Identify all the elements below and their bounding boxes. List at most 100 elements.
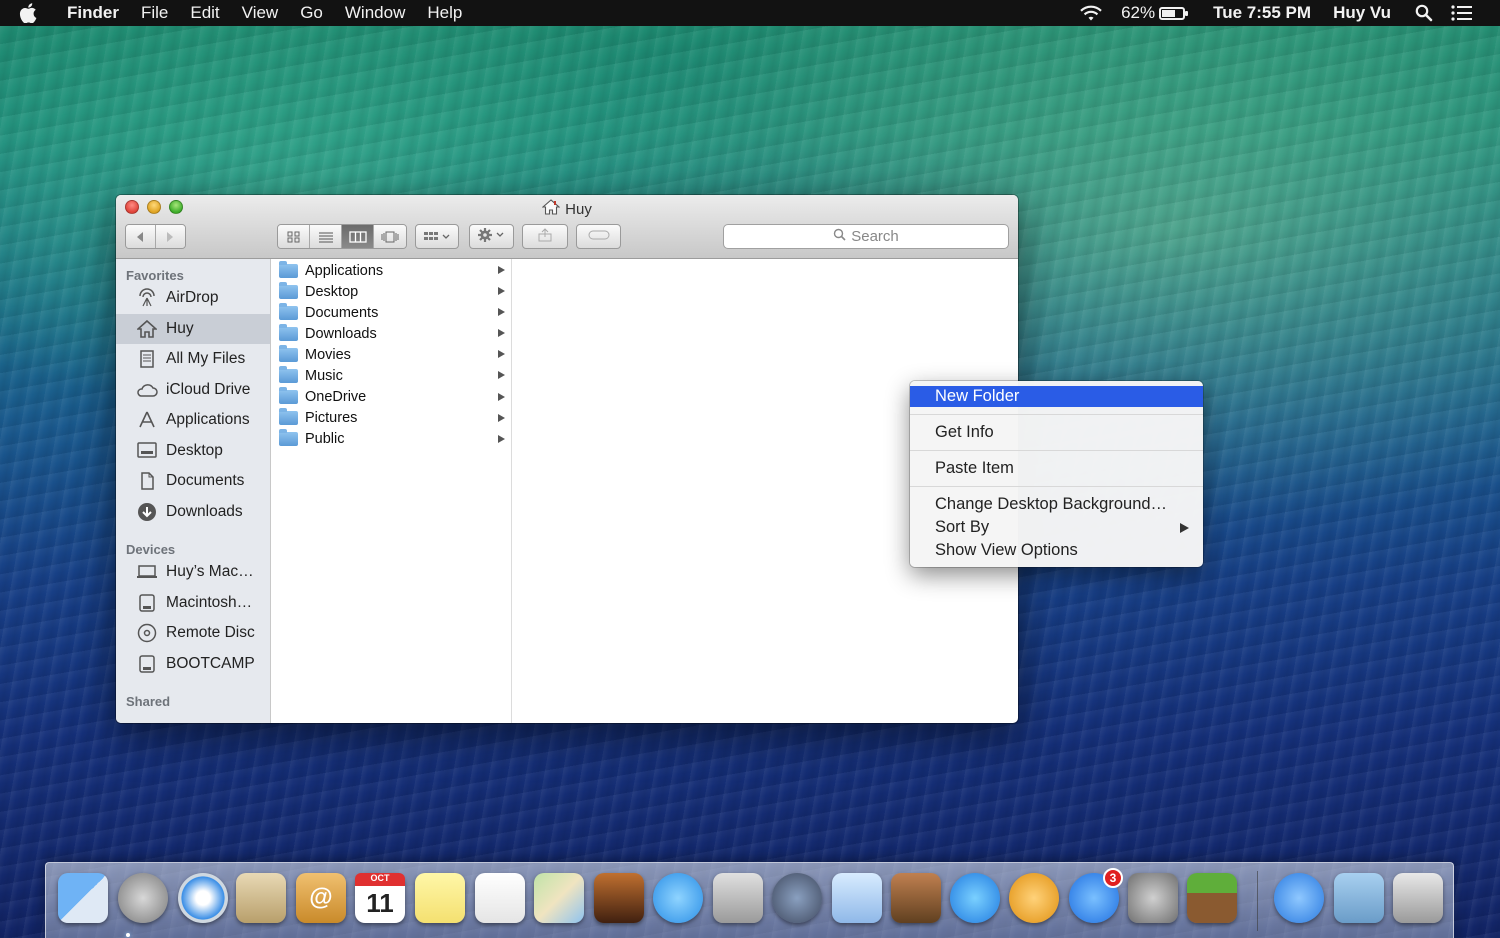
photo-booth-icon[interactable] <box>594 873 644 923</box>
folder-name: Downloads <box>305 325 377 342</box>
wifi-icon[interactable] <box>1070 4 1112 22</box>
folder-row-desktop[interactable]: Desktop <box>271 281 511 302</box>
launchpad-icon[interactable] <box>118 873 168 923</box>
sidebar-section-favorites: Favorites <box>126 268 184 283</box>
menu-item-paste-item[interactable]: Paste Item <box>910 458 1203 479</box>
numbers-icon[interactable] <box>832 873 882 923</box>
folder-icon <box>279 302 298 320</box>
sidebar-section-devices: Devices <box>126 542 176 557</box>
sidebar-item-downloads[interactable]: Downloads <box>116 497 270 528</box>
menu-clock[interactable]: Tue 7:55 PM <box>1204 3 1320 23</box>
sidebar-item-label: All My Files <box>166 350 246 368</box>
view-mode-selector <box>277 224 407 249</box>
folder-icon <box>279 408 298 426</box>
folder-row-music[interactable]: Music <box>271 365 511 386</box>
share-button[interactable] <box>522 224 568 249</box>
mail-icon[interactable] <box>236 873 286 923</box>
folder-row-movies[interactable]: Movies <box>271 344 511 365</box>
list-view-button[interactable] <box>310 225 342 248</box>
trash-icon[interactable] <box>1393 873 1443 923</box>
keynote-icon[interactable] <box>891 873 941 923</box>
sidebar-item-remote-disc[interactable]: Remote Disc <box>116 618 270 649</box>
sidebar-item-icloud-drive[interactable]: iCloud Drive <box>116 375 270 406</box>
menu-item-change-desktop-background[interactable]: Change Desktop Background… <box>910 494 1203 515</box>
action-gear-button[interactable] <box>469 224 514 249</box>
folder-row-documents[interactable]: Documents <box>271 302 511 323</box>
menu-item-sort-by[interactable]: Sort By <box>910 517 1203 538</box>
cover-flow-button[interactable] <box>374 225 406 248</box>
sidebar-item-label: Huy’s Mac… <box>166 563 254 581</box>
search-field[interactable]: Search <box>723 224 1009 249</box>
icon-view-button[interactable] <box>278 225 310 248</box>
facetime-icon[interactable] <box>713 873 763 923</box>
folder-row-pictures[interactable]: Pictures <box>271 408 511 429</box>
running-indicator <box>126 933 130 937</box>
menu-item-new-folder[interactable]: New Folder <box>910 386 1203 407</box>
dock: @ OCT 11 3 <box>45 862 1454 938</box>
contacts-icon[interactable]: @ <box>296 873 346 923</box>
menu-separator <box>910 486 1203 487</box>
folder-row-public[interactable]: Public <box>271 429 511 450</box>
sidebar-item-label: Downloads <box>166 502 243 520</box>
system-preferences-icon[interactable] <box>1128 873 1178 923</box>
menu-app-name[interactable]: Finder <box>56 3 130 23</box>
disclosure-arrow-icon <box>498 266 505 274</box>
reminders-icon[interactable] <box>475 873 525 923</box>
sidebar-item-applications[interactable]: Applications <box>116 405 270 436</box>
folder-name: OneDrive <box>305 389 367 406</box>
menu-go[interactable]: Go <box>289 3 334 23</box>
applications-folder-icon[interactable] <box>1274 873 1324 923</box>
minecraft-icon[interactable] <box>1187 873 1237 923</box>
applications-icon <box>136 409 158 431</box>
downloads-folder-icon[interactable] <box>1334 873 1384 923</box>
battery-level <box>1162 9 1175 17</box>
menu-item-get-info[interactable]: Get Info <box>910 422 1203 443</box>
folder-row-downloads[interactable]: Downloads <box>271 323 511 344</box>
folder-icon <box>279 281 298 299</box>
sidebar-item-bootcamp[interactable]: BOOTCAMP <box>116 649 270 680</box>
spotlight-search-icon[interactable] <box>1406 4 1442 22</box>
menu-file[interactable]: File <box>130 3 179 23</box>
battery-status[interactable]: 62% <box>1112 3 1194 23</box>
folder-icon <box>279 366 298 384</box>
finder-icon[interactable] <box>58 873 108 923</box>
menu-edit[interactable]: Edit <box>179 3 230 23</box>
app-store-icon[interactable]: 3 <box>1069 868 1123 923</box>
sidebar-item-all-my-files[interactable]: All My Files <box>116 344 270 375</box>
tags-button[interactable] <box>576 224 621 249</box>
window-titlebar[interactable]: Huy Search <box>116 195 1018 259</box>
forward-button[interactable] <box>155 225 185 248</box>
menu-item-show-view-options[interactable]: Show View Options <box>910 540 1203 561</box>
menu-separator <box>910 450 1203 451</box>
messages-icon[interactable] <box>653 873 703 923</box>
ibooks-icon[interactable] <box>1009 873 1059 923</box>
sidebar-item-label: Documents <box>166 472 245 490</box>
notification-center-icon[interactable] <box>1442 5 1482 21</box>
calendar-month: OCT <box>355 873 405 886</box>
sidebar-item-documents[interactable]: Documents <box>116 466 270 497</box>
maps-icon[interactable] <box>534 873 584 923</box>
folder-row-onedrive[interactable]: OneDrive <box>271 387 511 408</box>
apple-menu-icon[interactable] <box>0 3 56 23</box>
arrange-button[interactable] <box>415 224 459 249</box>
sidebar-item-macintosh[interactable]: Macintosh… <box>116 588 270 619</box>
safari-icon[interactable] <box>178 873 228 923</box>
sidebar-item-huy[interactable]: Huy <box>116 313 270 344</box>
calendar-icon[interactable]: OCT 11 <box>355 873 405 923</box>
sidebar-item-desktop[interactable]: Desktop <box>116 436 270 467</box>
folder-row-applications[interactable]: Applications <box>271 260 511 281</box>
sidebar-item-huy-s-mac[interactable]: Huy’s Mac… <box>116 557 270 588</box>
all-files-icon <box>136 348 158 370</box>
menu-user[interactable]: Huy Vu <box>1324 3 1400 23</box>
column-view-button[interactable] <box>342 225 374 248</box>
back-button[interactable] <box>126 225 156 248</box>
sidebar-item-airdrop[interactable]: AirDrop <box>116 283 270 314</box>
menu-window[interactable]: Window <box>334 3 416 23</box>
laptop-icon <box>136 561 158 583</box>
preview-icon[interactable] <box>772 873 822 923</box>
menu-help[interactable]: Help <box>416 3 473 23</box>
itunes-icon[interactable] <box>950 873 1000 923</box>
disclosure-arrow-icon <box>498 329 505 338</box>
menu-view[interactable]: View <box>231 3 290 23</box>
notes-icon[interactable] <box>415 873 465 923</box>
